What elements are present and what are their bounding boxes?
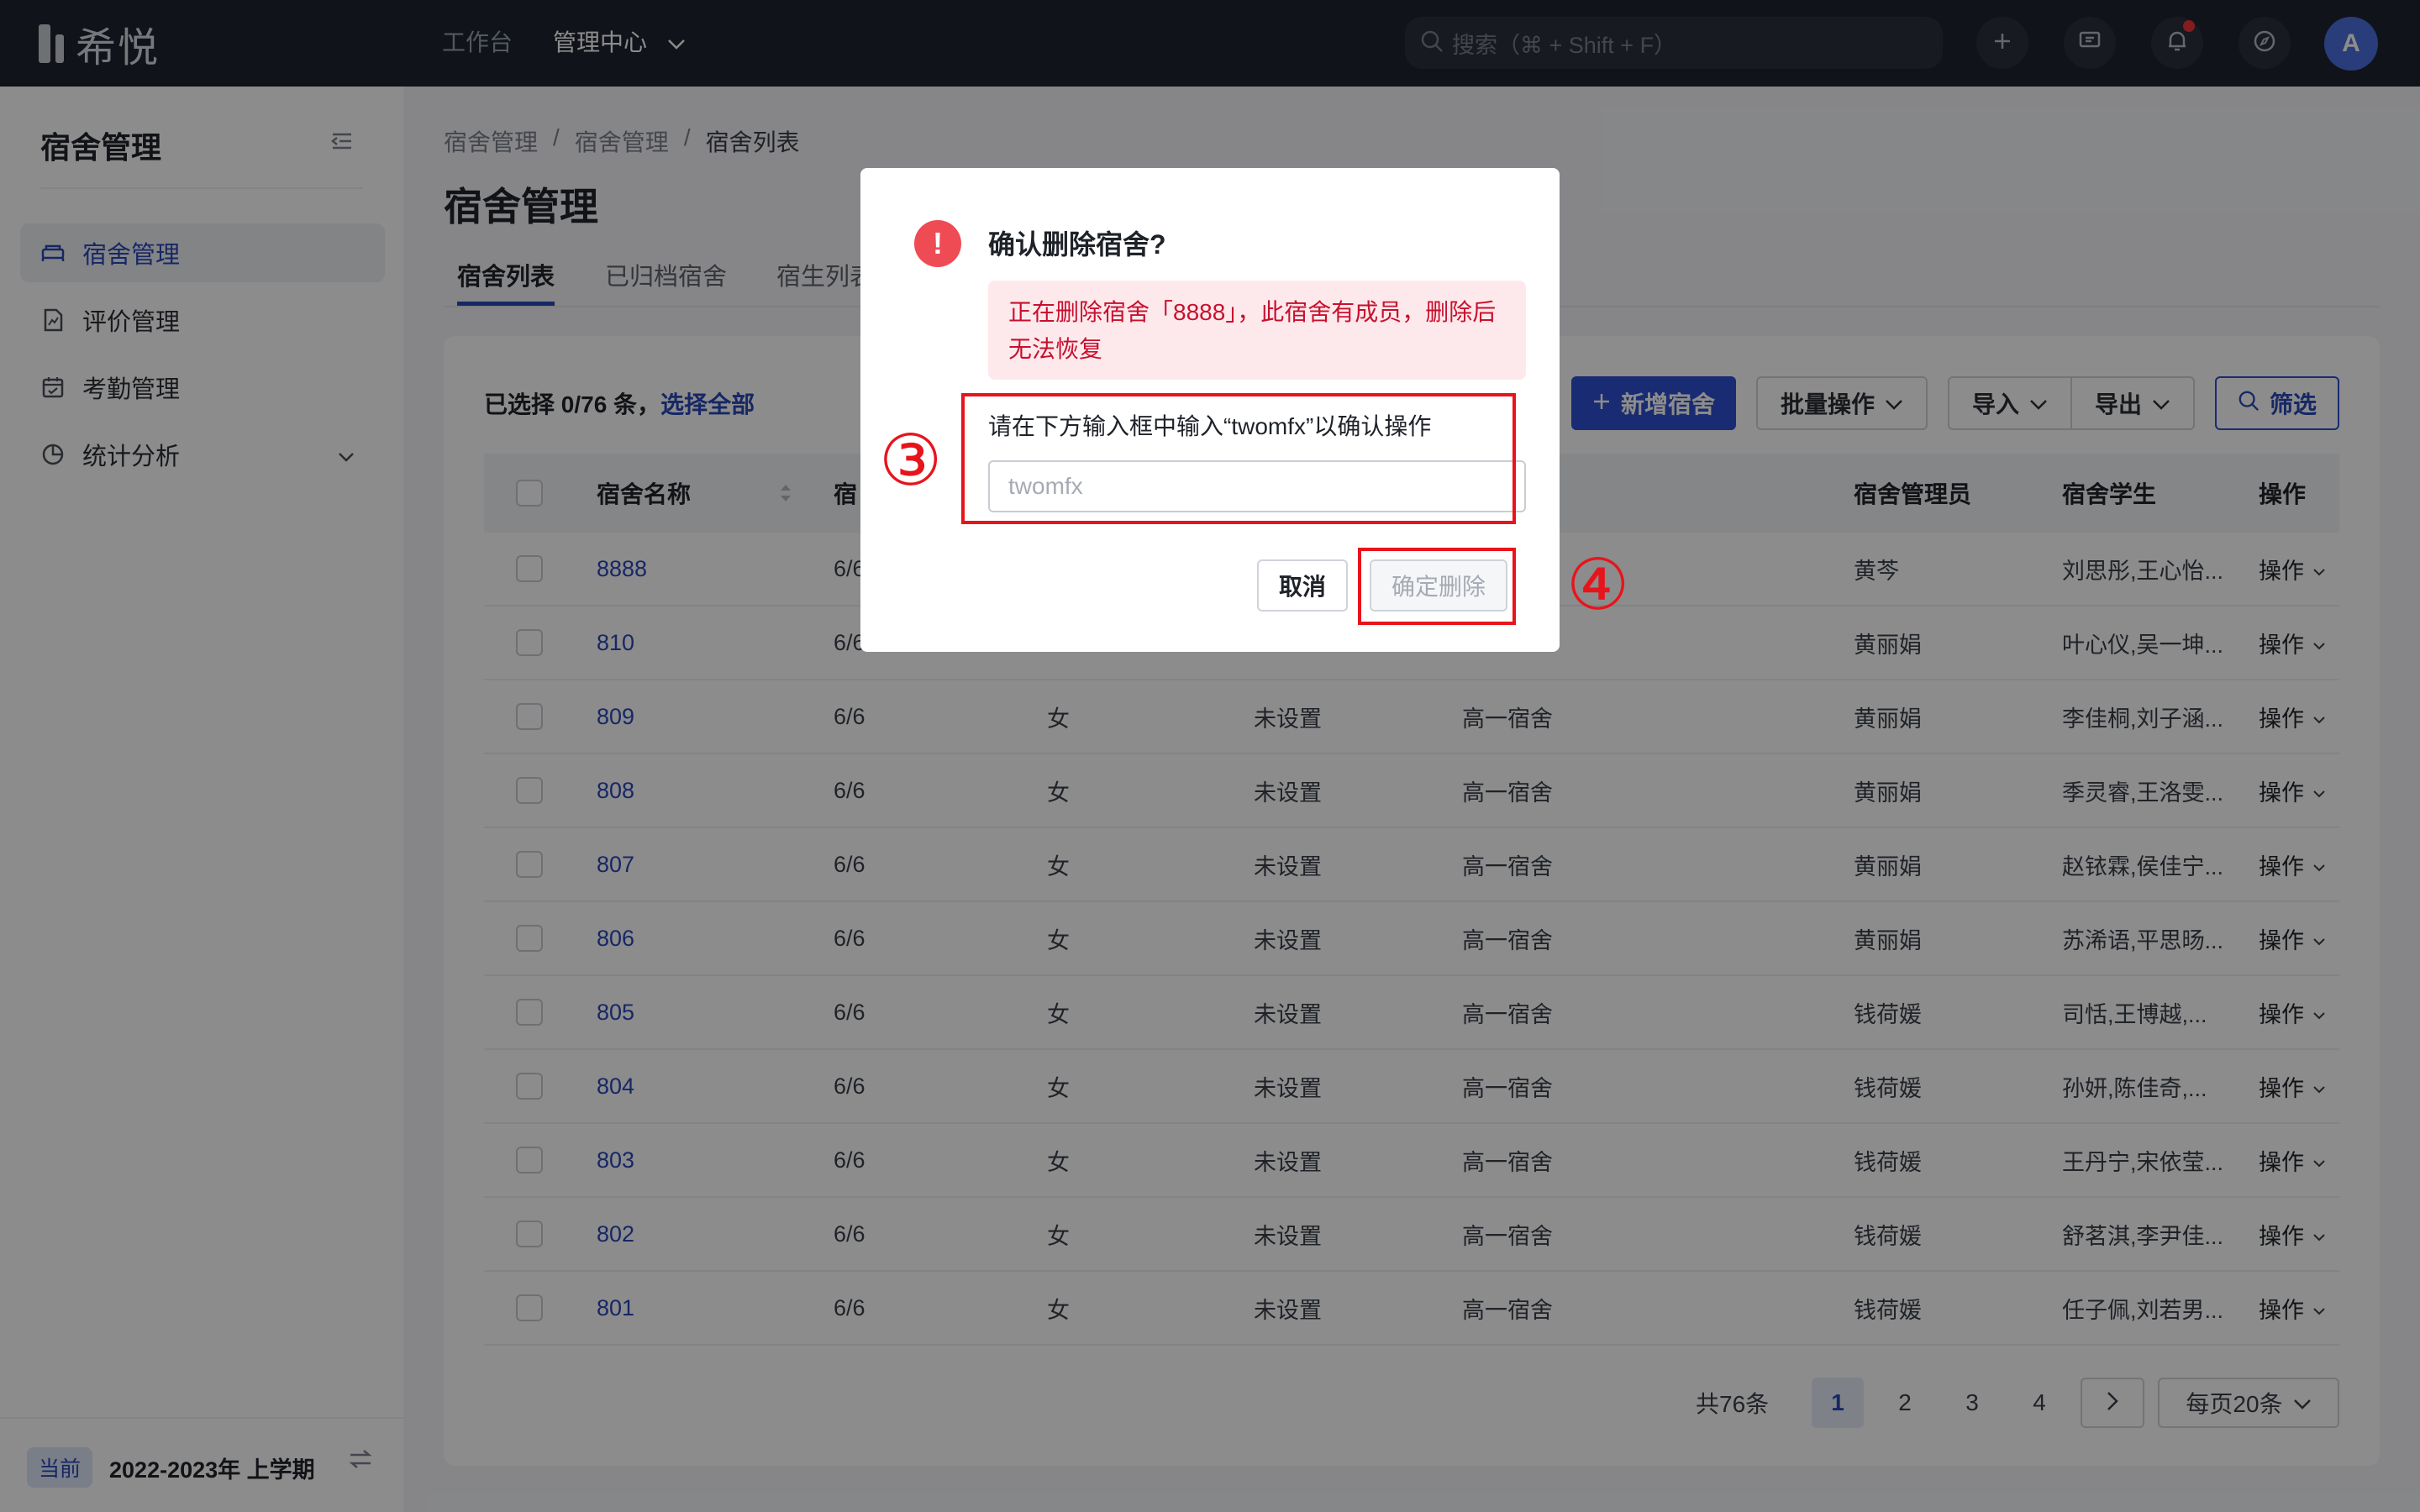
dialog-title: 确认删除宿舍?	[988, 229, 1166, 260]
annotation-box-step3	[961, 393, 1516, 524]
delete-warning-message: 正在删除宿舍「8888」，此宿舍有成员，删除后无法恢复	[988, 281, 1526, 380]
cancel-button[interactable]: 取消	[1257, 559, 1348, 612]
annotation-step4-label: ④	[1566, 543, 1630, 626]
annotation-step3-label: ③	[879, 419, 943, 501]
warning-icon: !	[914, 220, 961, 267]
annotation-box-step4	[1358, 548, 1516, 625]
